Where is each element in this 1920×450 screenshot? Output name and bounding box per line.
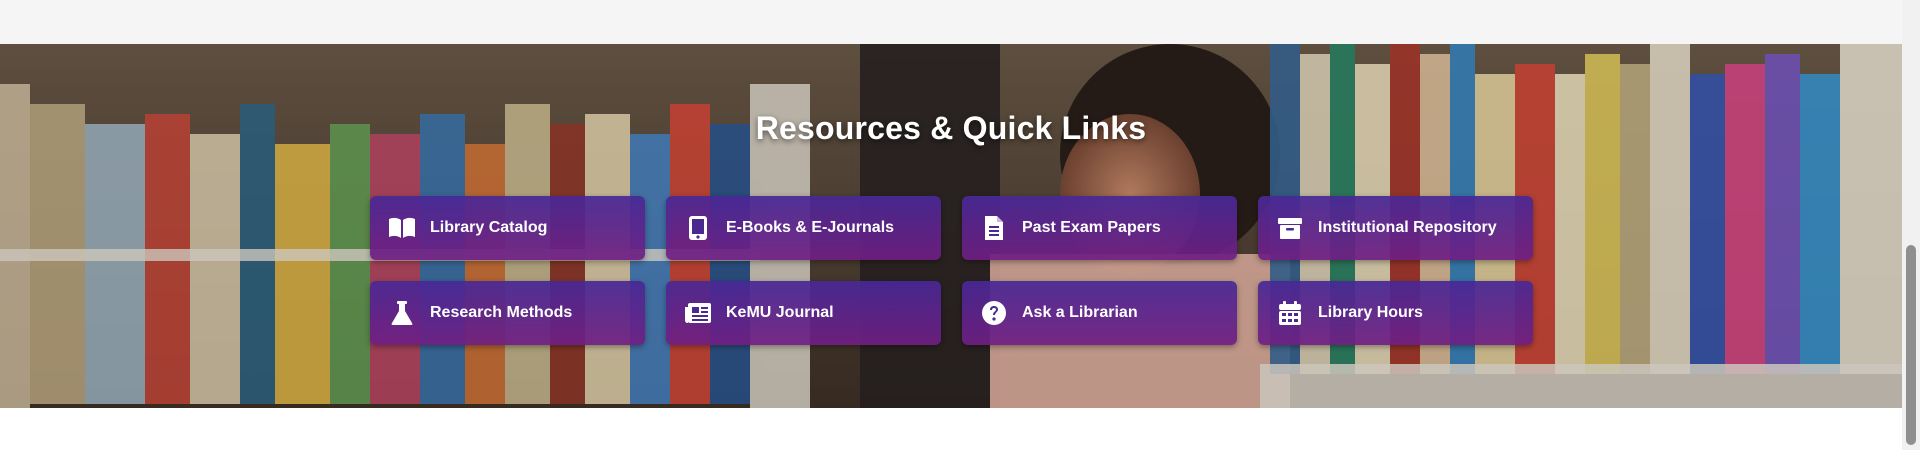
flask-icon <box>388 299 416 327</box>
page-scrollbar[interactable] <box>1902 0 1920 450</box>
archive-icon <box>1276 214 1304 242</box>
ebooks-ejournals-link[interactable]: E-Books & E-Journals <box>666 196 941 260</box>
kemu-journal-link[interactable]: KeMU Journal <box>666 281 941 345</box>
library-hours-link[interactable]: Library Hours <box>1258 281 1533 345</box>
link-label: E-Books & E-Journals <box>726 219 895 236</box>
top-strip <box>0 0 1902 44</box>
link-label: Library Hours <box>1318 304 1423 321</box>
link-label: Institutional Repository <box>1318 219 1497 236</box>
library-catalog-link[interactable]: Library Catalog <box>370 196 645 260</box>
resources-section: Resources & Quick Links Library Catalog … <box>0 44 1902 408</box>
research-methods-link[interactable]: Research Methods <box>370 281 645 345</box>
file-text-icon <box>980 214 1008 242</box>
link-label: Past Exam Papers <box>1022 219 1161 236</box>
tablet-icon <box>684 214 712 242</box>
link-label: Research Methods <box>430 304 573 321</box>
link-label: KeMU Journal <box>726 304 834 321</box>
question-circle-icon <box>980 299 1008 327</box>
calendar-icon <box>1276 299 1304 327</box>
institutional-repository-link[interactable]: Institutional Repository <box>1258 196 1533 260</box>
scrollbar-thumb[interactable] <box>1906 245 1916 445</box>
section-title: Resources & Quick Links <box>755 110 1147 146</box>
past-exam-papers-link[interactable]: Past Exam Papers <box>962 196 1237 260</box>
quick-links-grid: Library Catalog E-Books & E-Journals Pas… <box>370 196 1533 345</box>
link-label: Library Catalog <box>430 219 548 236</box>
ask-a-librarian-link[interactable]: Ask a Librarian <box>962 281 1237 345</box>
link-label: Ask a Librarian <box>1022 304 1138 321</box>
newspaper-icon <box>684 299 712 327</box>
book-open-icon <box>388 214 416 242</box>
